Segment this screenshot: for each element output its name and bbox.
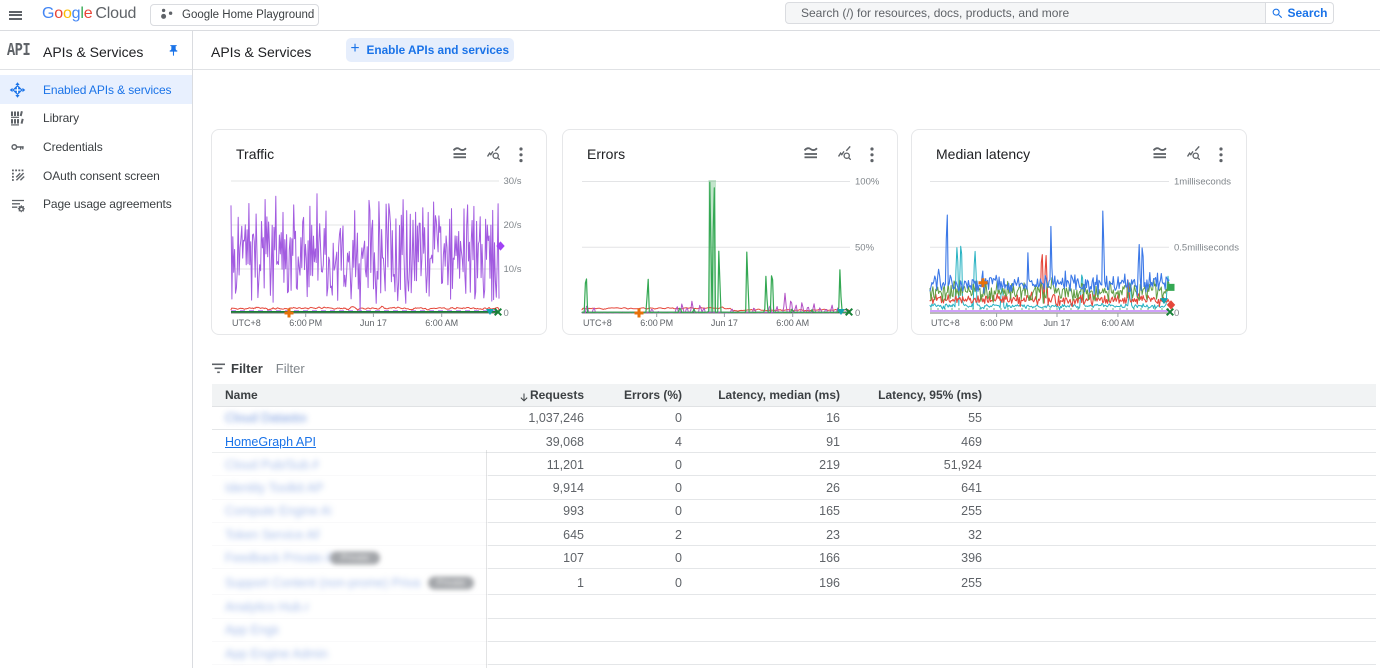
svg-text:0: 0 bbox=[1174, 308, 1179, 319]
svg-text:0: 0 bbox=[504, 308, 509, 319]
svg-text:Jun 17: Jun 17 bbox=[1043, 318, 1070, 328]
svg-text:6:00 AM: 6:00 AM bbox=[425, 318, 458, 328]
svg-text:UTC+8: UTC+8 bbox=[931, 318, 960, 328]
svg-text:0: 0 bbox=[855, 308, 860, 319]
svg-text:6:00 AM: 6:00 AM bbox=[776, 318, 809, 328]
svg-text:20/s: 20/s bbox=[504, 220, 522, 231]
svg-text:UTC+8: UTC+8 bbox=[583, 318, 612, 328]
svg-text:Jun 17: Jun 17 bbox=[711, 318, 738, 328]
svg-text:0.5milliseconds: 0.5milliseconds bbox=[1174, 242, 1239, 253]
svg-text:6:00 AM: 6:00 AM bbox=[1101, 318, 1134, 328]
svg-text:Jun 17: Jun 17 bbox=[360, 318, 387, 328]
svg-text:100%: 100% bbox=[855, 176, 880, 187]
svg-text:50%: 50% bbox=[855, 242, 875, 253]
svg-text:6:00 PM: 6:00 PM bbox=[289, 318, 322, 328]
svg-text:1milliseconds: 1milliseconds bbox=[1174, 176, 1231, 187]
svg-text:UTC+8: UTC+8 bbox=[232, 318, 261, 328]
svg-text:30/s: 30/s bbox=[504, 176, 522, 187]
svg-text:6:00 PM: 6:00 PM bbox=[980, 318, 1013, 328]
svg-text:6:00 PM: 6:00 PM bbox=[640, 318, 673, 328]
svg-text:10/s: 10/s bbox=[504, 264, 522, 275]
